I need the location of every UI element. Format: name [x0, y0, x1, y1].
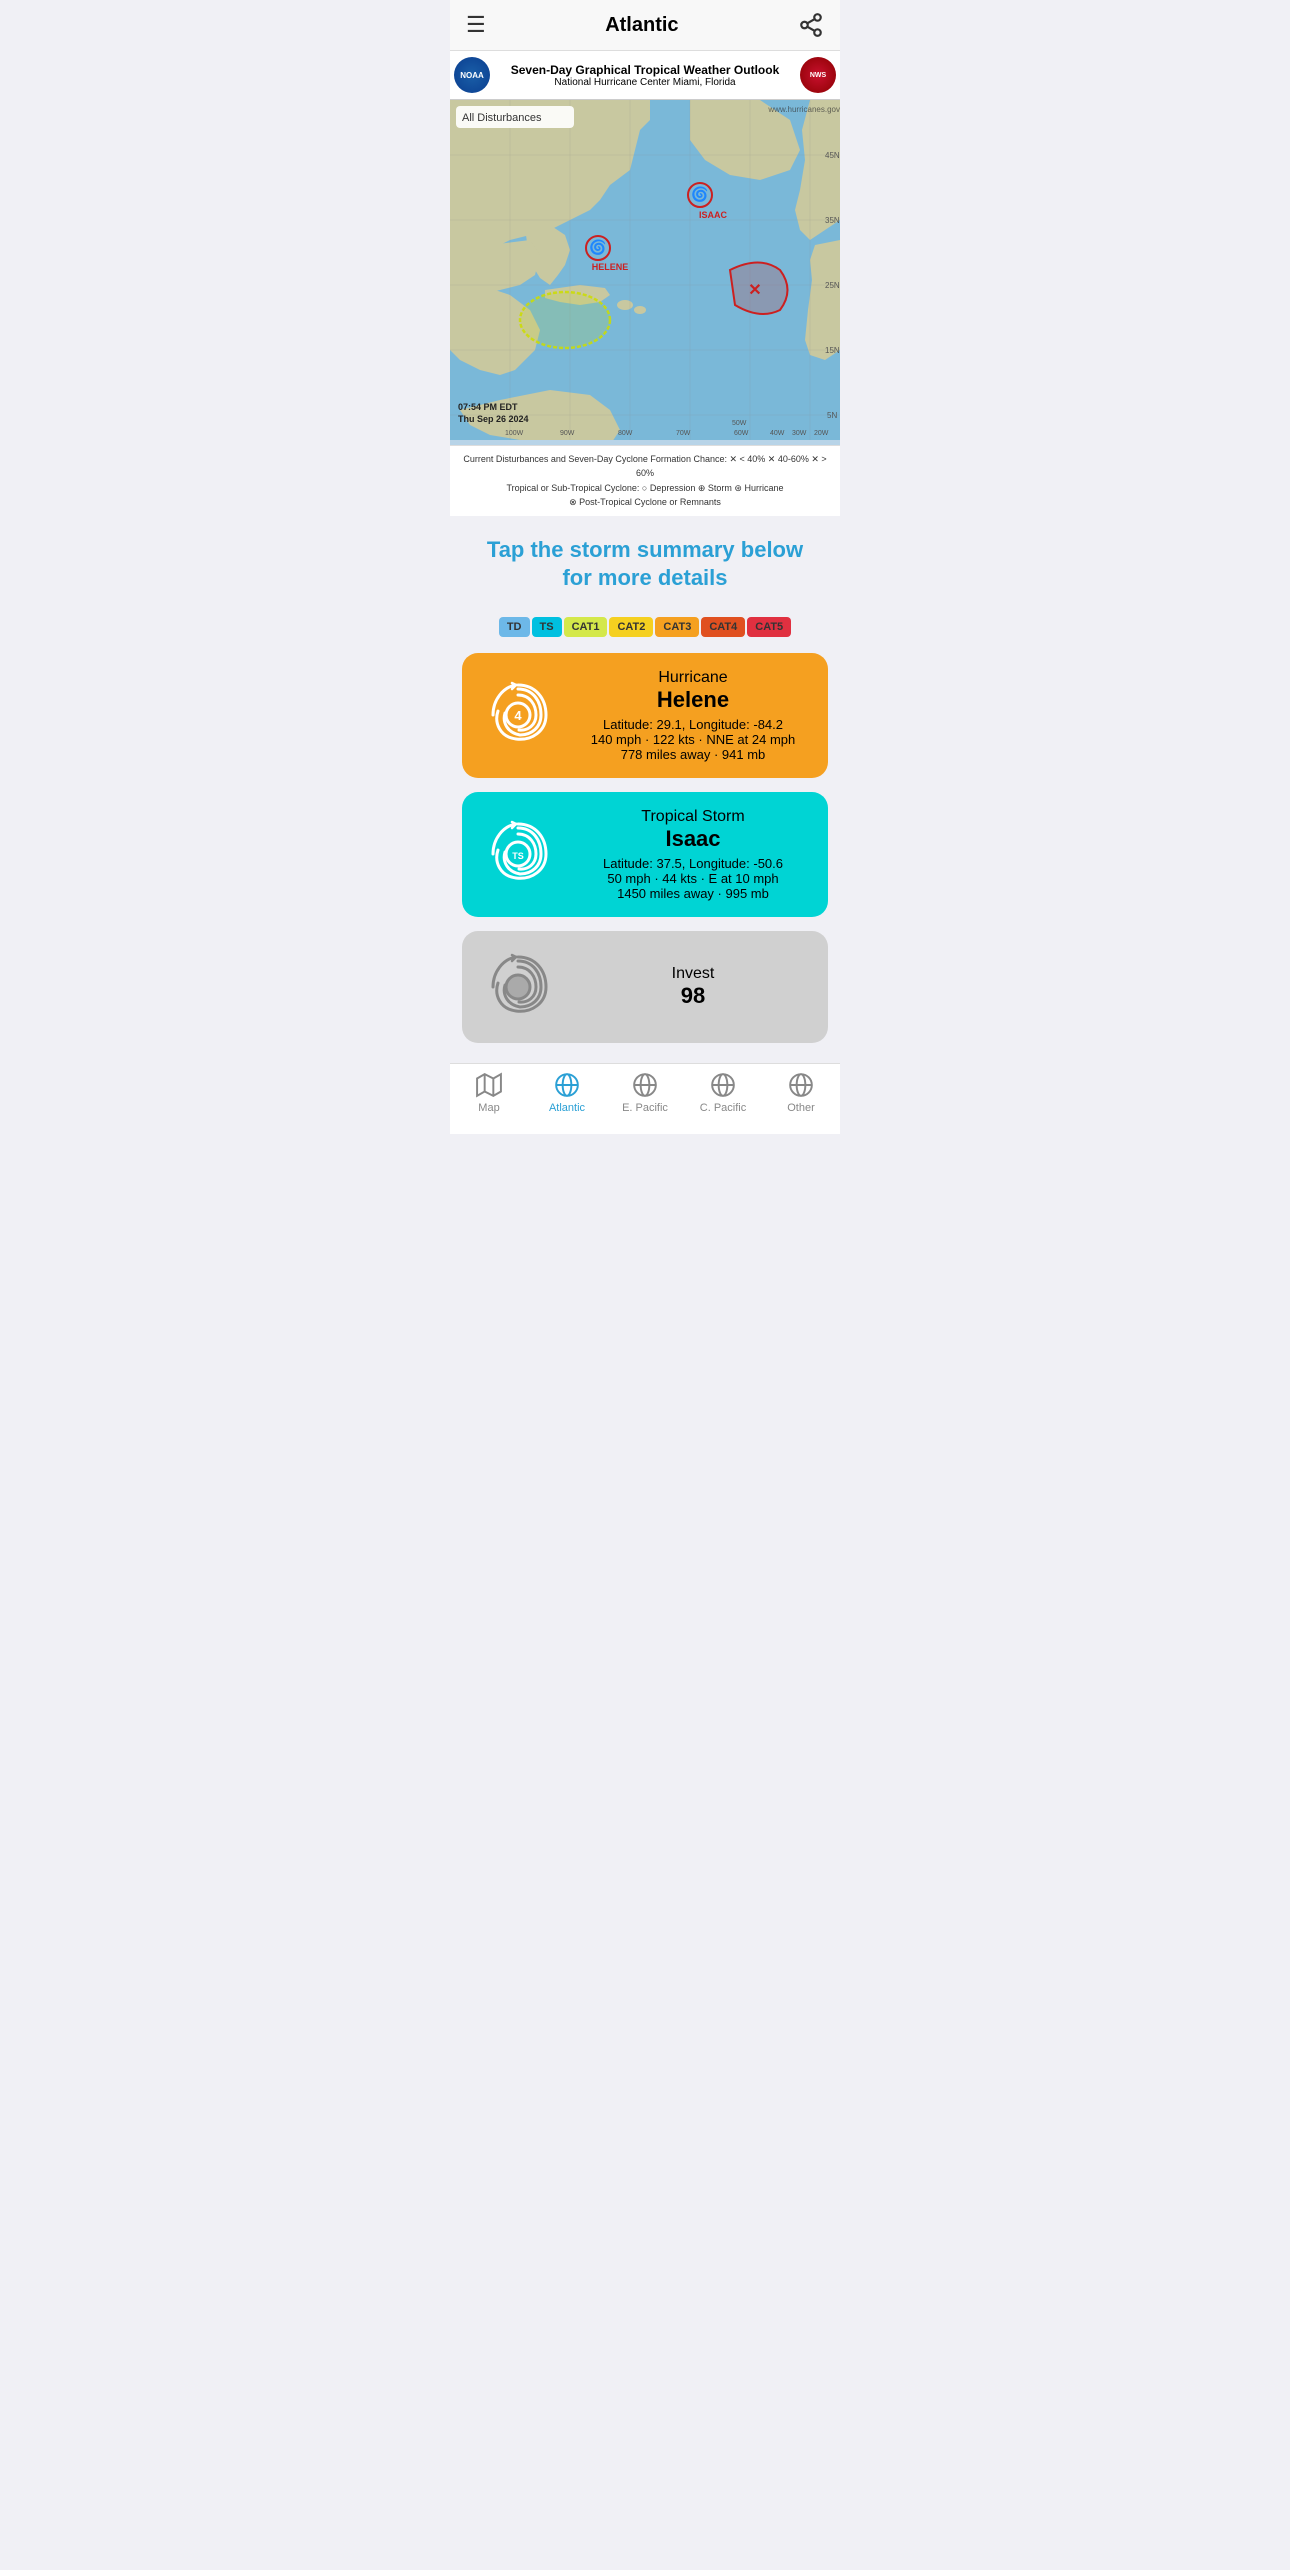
page-title: Atlantic: [605, 14, 678, 37]
tap-message: Tap the storm summary below for more det…: [450, 516, 840, 609]
isaac-info: Tropical Storm Isaac Latitude: 37.5, Lon…: [574, 808, 812, 901]
category-pill-cat2: CAT2: [609, 617, 653, 637]
legend-line1: Current Disturbances and Seven-Day Cyclo…: [458, 452, 832, 481]
storm-card-helene[interactable]: 4 Hurricane Helene Latitude: 29.1, Longi…: [462, 653, 828, 778]
globe-icon-epacific: [632, 1072, 658, 1098]
svg-text:✕: ✕: [748, 282, 761, 299]
helene-distance: 778 miles away · 941 mb: [574, 747, 812, 762]
nav-label-atlantic: Atlantic: [549, 1102, 585, 1114]
invest98-name: 98: [574, 983, 812, 1009]
svg-text:HELENE: HELENE: [592, 262, 629, 272]
storm-card-invest98[interactable]: Invest 98: [462, 931, 828, 1043]
svg-text:70W: 70W: [676, 430, 691, 437]
svg-text:30W: 30W: [792, 430, 807, 437]
isaac-coords: Latitude: 37.5, Longitude: -50.6: [574, 856, 812, 871]
helene-type: Hurricane: [574, 669, 812, 687]
svg-text:5N: 5N: [827, 411, 837, 420]
svg-text:100W: 100W: [505, 430, 524, 437]
nav-item-map[interactable]: Map: [459, 1072, 519, 1114]
svg-text:20W: 20W: [814, 430, 829, 437]
nav-item-other[interactable]: Other: [771, 1072, 831, 1114]
category-pill-cat4: CAT4: [701, 617, 745, 637]
invest98-info: Invest 98: [574, 965, 812, 1009]
category-pill-ts: TS: [532, 617, 562, 637]
map-image[interactable]: 45N 35N 25N 15N 5N 100W 90W 80W 70W 60W …: [450, 100, 840, 445]
helene-icon: 4: [478, 675, 558, 755]
bottom-nav: Map Atlantic E. Pacific C. Pacific: [450, 1063, 840, 1134]
map-icon: [476, 1072, 502, 1098]
svg-text:ISAAC: ISAAC: [699, 210, 728, 220]
isaac-distance: 1450 miles away · 995 mb: [574, 886, 812, 901]
share-icon[interactable]: [798, 12, 824, 38]
svg-text:All Disturbances: All Disturbances: [462, 112, 542, 124]
legend-line2: Tropical or Sub-Tropical Cyclone: ○ Depr…: [458, 481, 832, 495]
nav-item-cpacific[interactable]: C. Pacific: [693, 1072, 753, 1114]
svg-text:Thu Sep 26 2024: Thu Sep 26 2024: [458, 414, 529, 424]
isaac-type: Tropical Storm: [574, 808, 812, 826]
svg-text:45N: 45N: [825, 151, 840, 160]
svg-text:🌀: 🌀: [691, 185, 708, 203]
svg-text:80W: 80W: [618, 430, 633, 437]
noaa-logo: NOAA: [454, 57, 490, 93]
map-header-center: Seven-Day Graphical Tropical Weather Out…: [490, 63, 800, 88]
storm-card-isaac[interactable]: TS Tropical Storm Isaac Latitude: 37.5, …: [462, 792, 828, 917]
svg-text:90W: 90W: [560, 430, 575, 437]
invest98-icon: [478, 947, 558, 1027]
isaac-icon: TS: [478, 814, 558, 894]
nav-item-atlantic[interactable]: Atlantic: [537, 1072, 597, 1114]
nav-label-epacific: E. Pacific: [622, 1102, 668, 1114]
map-section: NOAA Seven-Day Graphical Tropical Weathe…: [450, 51, 840, 516]
globe-icon-atlantic: [554, 1072, 580, 1098]
globe-icon-cpacific: [710, 1072, 736, 1098]
svg-text:35N: 35N: [825, 216, 840, 225]
category-pill-cat1: CAT1: [564, 617, 608, 637]
svg-text:40W: 40W: [770, 430, 785, 437]
nav-label-cpacific: C. Pacific: [700, 1102, 746, 1114]
svg-text:TS: TS: [512, 851, 524, 861]
category-bar: TDTSCAT1CAT2CAT3CAT4CAT5: [450, 609, 840, 653]
svg-text:25N: 25N: [825, 281, 840, 290]
nav-label-other: Other: [787, 1102, 815, 1114]
map-header: NOAA Seven-Day Graphical Tropical Weathe…: [450, 51, 840, 100]
menu-icon[interactable]: ☰: [466, 12, 486, 38]
map-subtitle: National Hurricane Center Miami, Florida: [490, 77, 800, 88]
helene-speed: 140 mph · 122 kts · NNE at 24 mph: [574, 732, 812, 747]
isaac-speed: 50 mph · 44 kts · E at 10 mph: [574, 871, 812, 886]
nav-label-map: Map: [478, 1102, 499, 1114]
nav-item-epacific[interactable]: E. Pacific: [615, 1072, 675, 1114]
category-pill-cat5: CAT5: [747, 617, 791, 637]
svg-text:07:54 PM EDT: 07:54 PM EDT: [458, 402, 518, 412]
category-pill-td: TD: [499, 617, 530, 637]
nws-logo: NWS: [800, 57, 836, 93]
svg-text:15N: 15N: [825, 346, 840, 355]
helene-coords: Latitude: 29.1, Longitude: -84.2: [574, 717, 812, 732]
isaac-name: Isaac: [574, 826, 812, 852]
legend-line3: ⊗ Post-Tropical Cyclone or Remnants: [458, 495, 832, 509]
helene-info: Hurricane Helene Latitude: 29.1, Longitu…: [574, 669, 812, 762]
map-legend: Current Disturbances and Seven-Day Cyclo…: [450, 445, 840, 516]
svg-text:60W: 60W: [734, 430, 749, 437]
app-header: ☰ Atlantic: [450, 0, 840, 51]
svg-text:www.hurricanes.gov: www.hurricanes.gov: [767, 105, 840, 114]
category-pill-cat3: CAT3: [655, 617, 699, 637]
svg-text:4: 4: [514, 708, 522, 723]
map-title: Seven-Day Graphical Tropical Weather Out…: [490, 63, 800, 77]
helene-name: Helene: [574, 687, 812, 713]
svg-text:🌀: 🌀: [589, 238, 606, 256]
storm-cards-container: 4 Hurricane Helene Latitude: 29.1, Longi…: [450, 653, 840, 1043]
svg-text:50W: 50W: [732, 420, 747, 427]
invest98-type: Invest: [574, 965, 812, 983]
globe-icon-other: [788, 1072, 814, 1098]
